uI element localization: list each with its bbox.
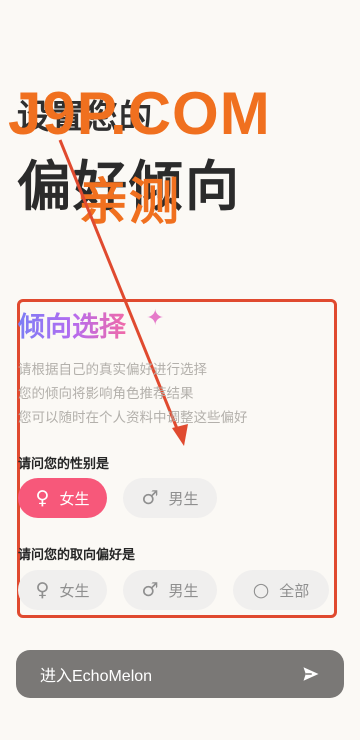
female-icon: ♀ (35, 486, 50, 509)
section-title: 倾向选择 (18, 305, 126, 344)
option-label: 全部 (279, 581, 310, 600)
female-icon: ♀ (35, 578, 50, 601)
option-label: 男生 (168, 489, 199, 508)
option-label: 男生 (168, 581, 199, 600)
description-line-2: 您的倾向将影响角色推荐结果 (18, 386, 194, 402)
gender-option-female[interactable]: ♀ 女生 (18, 478, 107, 518)
sparkle-icon: ✦ (146, 306, 165, 331)
option-label: 女生 (59, 489, 90, 508)
option-label: 女生 (59, 581, 90, 600)
description-line-3: 您可以随时在个人资料中调整这些偏好 (18, 410, 248, 426)
enter-app-label: 进入EchoMelon (40, 668, 153, 685)
orientation-question: 请问您的取向偏好是 (18, 548, 136, 563)
male-icon: ♂ (141, 578, 159, 601)
orientation-option-male[interactable]: ♂ 男生 (123, 570, 217, 610)
watermark-subtext: 亲测 (78, 173, 180, 231)
gender-option-male[interactable]: ♂ 男生 (123, 478, 217, 518)
gender-question: 请问您的性别是 (18, 457, 110, 472)
orientation-option-female[interactable]: ♀ 女生 (18, 570, 107, 610)
send-icon (303, 667, 319, 681)
circle-icon: ○ (252, 578, 270, 601)
description-line-1: 请根据自己的真实偏好进行选择 (18, 362, 207, 378)
enter-app-button[interactable]: 进入EchoMelon (16, 650, 344, 698)
watermark-text: J9P.COM (8, 80, 271, 147)
orientation-option-all[interactable]: ○ 全部 (233, 570, 329, 610)
male-icon: ♂ (141, 486, 159, 509)
